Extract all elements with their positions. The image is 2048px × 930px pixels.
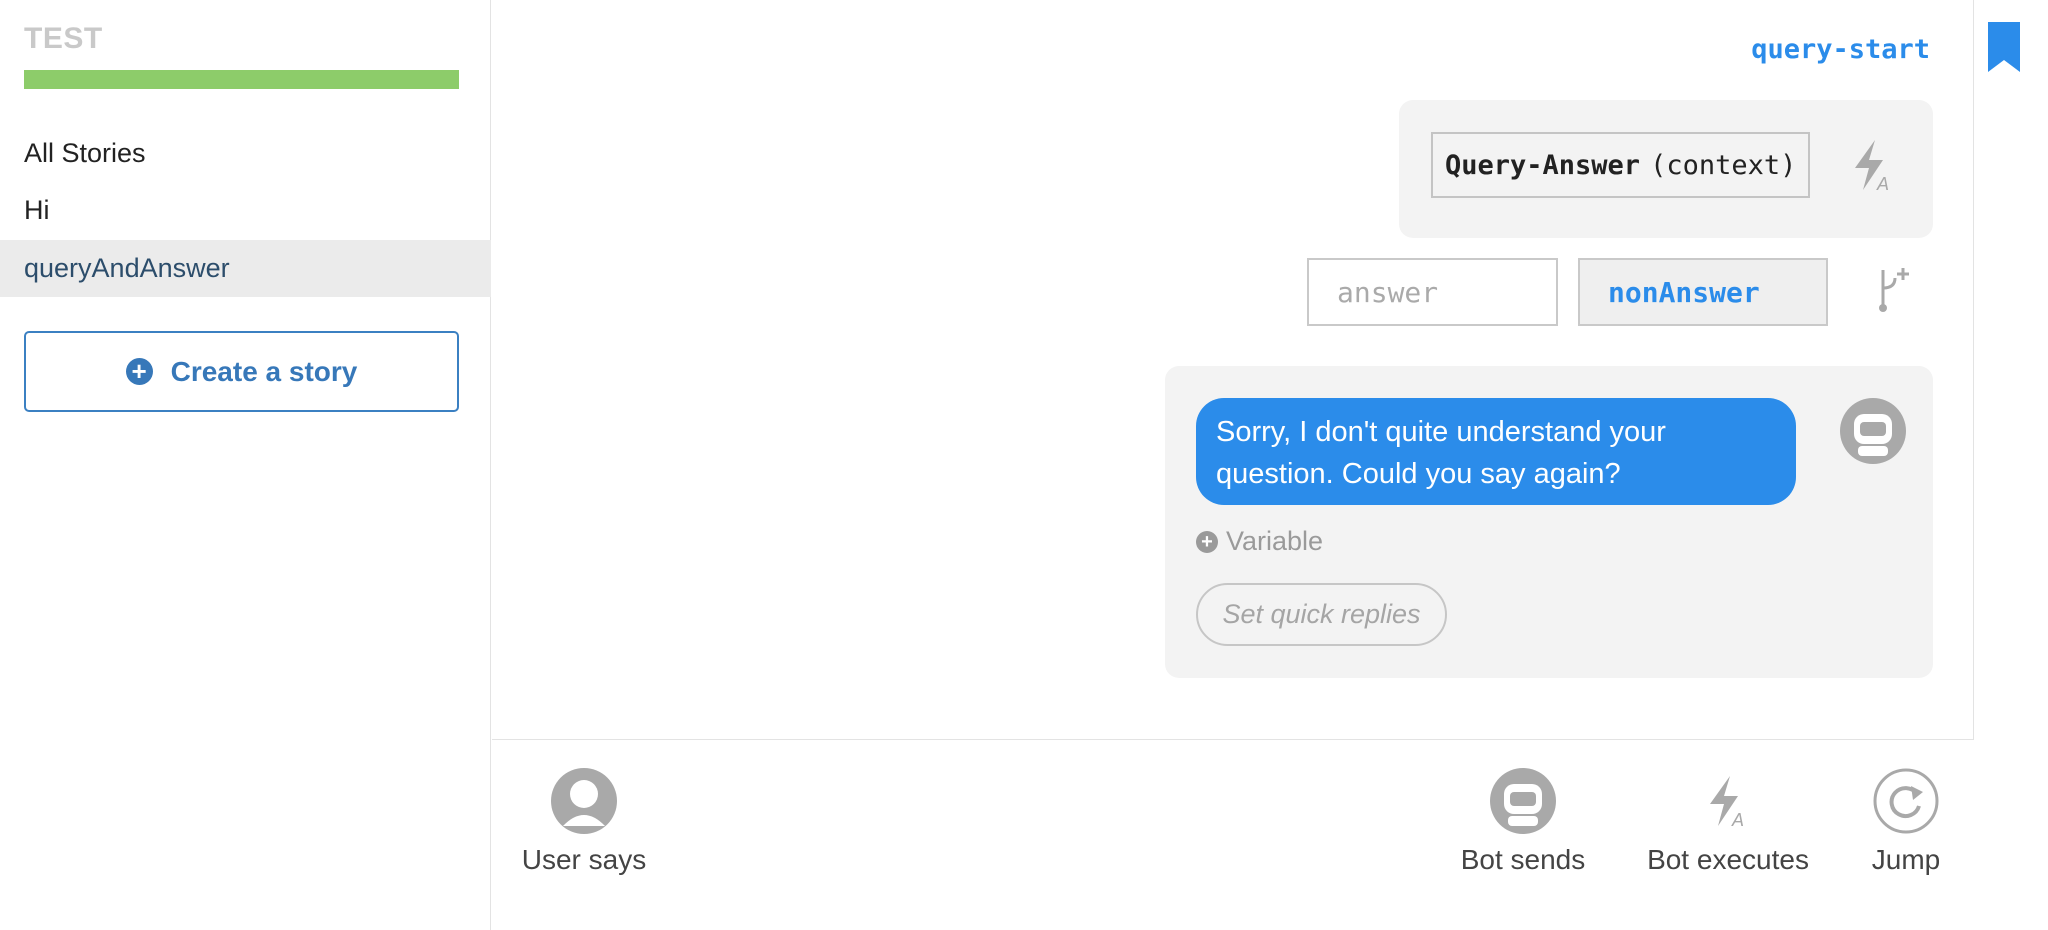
- condition-nonanswer[interactable]: nonAnswer: [1578, 258, 1828, 326]
- bot-message-bubble[interactable]: Sorry, I don't quite understand your que…: [1196, 398, 1796, 505]
- all-stories-heading[interactable]: All Stories: [24, 138, 146, 169]
- bot-message-card[interactable]: Sorry, I don't quite understand your que…: [1165, 366, 1933, 678]
- project-title: TEST: [24, 22, 103, 55]
- robot-icon: [1490, 768, 1556, 834]
- add-variable-button[interactable]: + Variable: [1196, 526, 1323, 557]
- sidebar: TEST All Stories Hi queryAndAnswer + Cre…: [0, 0, 491, 930]
- plus-circle-icon: +: [1196, 530, 1218, 553]
- user-icon: [551, 768, 617, 834]
- bookmark-icon[interactable]: [1988, 22, 2020, 72]
- svg-text:A: A: [1731, 810, 1744, 828]
- jump-tool[interactable]: Jump: [1866, 768, 1946, 876]
- quick-replies-button[interactable]: Set quick replies: [1196, 583, 1447, 646]
- action-function-box[interactable]: Query-Answer (context): [1431, 132, 1811, 198]
- action-function-args: (context): [1650, 149, 1797, 181]
- variable-label: Variable: [1226, 526, 1324, 556]
- add-branch-icon[interactable]: [1875, 266, 1915, 314]
- bolt-icon[interactable]: A: [1851, 138, 1895, 192]
- robot-icon: [1840, 398, 1906, 464]
- story-item-hi[interactable]: Hi: [0, 182, 491, 239]
- bot-sends-tool[interactable]: Bot sends: [1456, 768, 1590, 876]
- story-item-queryandanswer[interactable]: queryAndAnswer: [0, 240, 491, 297]
- progress-bar: [24, 70, 459, 89]
- action-function-name: Query-Answer: [1445, 149, 1641, 181]
- bot-executes-tool[interactable]: A Bot executes: [1644, 768, 1812, 876]
- bot-executes-label: Bot executes: [1647, 844, 1809, 875]
- create-story-button[interactable]: + Create a story: [24, 331, 459, 412]
- create-story-label: Create a story: [170, 355, 358, 387]
- jump-label: Jump: [1871, 844, 1941, 875]
- svg-text:A: A: [1876, 174, 1889, 192]
- bot-sends-label: Bot sends: [1460, 844, 1586, 875]
- condition-answer[interactable]: answer: [1307, 258, 1558, 326]
- bolt-icon: A: [1710, 776, 1744, 828]
- action-card[interactable]: Query-Answer (context) A: [1399, 100, 1933, 238]
- plus-circle-icon: +: [125, 358, 153, 385]
- block-label[interactable]: query-start: [1751, 34, 1930, 65]
- story-canvas: query-start Query-Answer (context) A ans…: [492, 0, 1974, 740]
- user-says-label: User says: [521, 844, 647, 875]
- jump-icon: [1873, 768, 1939, 834]
- user-says-tool[interactable]: User says: [520, 768, 648, 876]
